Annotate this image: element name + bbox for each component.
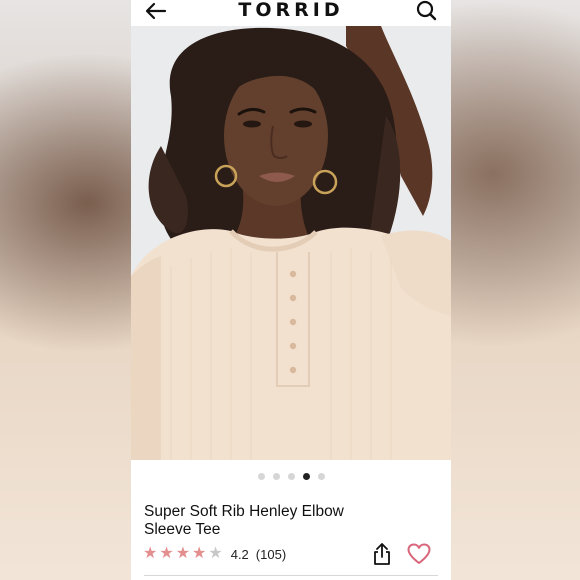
- star-icon: ★: [159, 545, 174, 562]
- section-divider: [144, 575, 438, 576]
- search-icon: [416, 0, 437, 21]
- model-photo: [131, 26, 451, 460]
- carousel-dot[interactable]: [317, 473, 325, 481]
- image-carousel-dots: [131, 468, 451, 481]
- product-image[interactable]: [131, 26, 451, 460]
- favorite-button[interactable]: [407, 543, 431, 565]
- star-icon: ★: [192, 545, 207, 562]
- carousel-dot[interactable]: [272, 473, 280, 481]
- brand-logo[interactable]: TORRID: [131, 0, 451, 21]
- heart-icon: [407, 543, 431, 564]
- carousel-dot[interactable]: [302, 473, 310, 481]
- product-title: Super Soft Rib Henley Elbow Sleeve Tee: [144, 503, 344, 538]
- product-rating[interactable]: ★ ★ ★ ★ ★ 4.2 (105): [143, 545, 286, 563]
- share-button[interactable]: [371, 542, 393, 566]
- carousel-dot[interactable]: [287, 473, 295, 481]
- rating-stars: ★ ★ ★ ★ ★: [143, 545, 225, 563]
- star-icon: ★: [143, 545, 158, 562]
- star-icon: ★: [175, 545, 191, 562]
- search-button[interactable]: [415, 0, 439, 22]
- review-count-link[interactable]: (105): [256, 547, 286, 562]
- carousel-dot[interactable]: [257, 473, 265, 481]
- share-icon: [374, 543, 390, 565]
- top-bar: TORRID: [131, 0, 451, 26]
- product-page: TORRID Super Soft Rib Henley Elbow Sleev…: [131, 0, 451, 580]
- rating-value: 4.2: [230, 546, 249, 562]
- star-icon: ★: [208, 545, 223, 562]
